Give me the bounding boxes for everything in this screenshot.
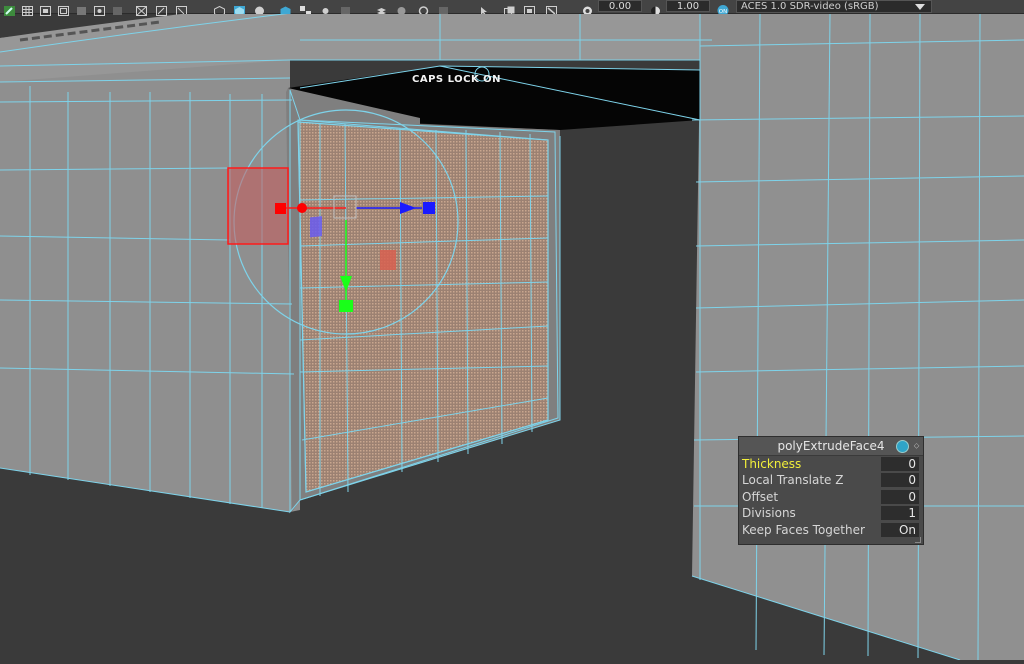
manipulator-xy-plane-handle[interactable] xyxy=(310,216,322,238)
colorspace-label: ACES 1.0 SDR-video (sRGB) xyxy=(741,1,879,12)
viewport-panel-toolbar: 0.00 1.00 ON ACES 1.0 SDR-video (sRGB) xyxy=(0,0,1024,17)
gamma-field[interactable]: 1.00 xyxy=(666,0,710,12)
attr-value-field[interactable]: 1 xyxy=(881,506,919,521)
manipulator-yz-plane-handle[interactable] xyxy=(380,250,396,270)
attr-label: Offset xyxy=(742,489,779,504)
xray-joints-icon[interactable] xyxy=(156,1,167,16)
film-gate-icon[interactable] xyxy=(40,1,51,16)
xray-icon[interactable] xyxy=(135,1,148,17)
motion-blur-icon[interactable] xyxy=(396,1,407,15)
node-name[interactable]: polyExtrudeFace4 xyxy=(777,439,884,453)
shadows-icon[interactable] xyxy=(340,1,351,15)
attr-row-offset[interactable]: Offset 0 xyxy=(739,489,923,505)
resolution-gate-icon[interactable] xyxy=(58,1,69,16)
chevron-down-icon xyxy=(915,4,925,10)
attr-value-field[interactable]: On xyxy=(881,522,919,537)
in-view-editor-title: polyExtrudeFace4 ⬦ xyxy=(739,437,923,456)
field-chart-icon[interactable] xyxy=(76,1,87,15)
checker-icon[interactable] xyxy=(300,1,311,16)
attr-label: Local Translate Z xyxy=(742,473,844,488)
attr-label: Thickness xyxy=(742,457,802,471)
gamma-icon[interactable] xyxy=(650,1,661,16)
smooth-shade-icon[interactable] xyxy=(234,1,245,16)
attr-row-local-translate-z[interactable]: Local Translate Z 0 xyxy=(739,472,923,488)
lights-icon[interactable] xyxy=(320,1,331,14)
attr-value-field[interactable]: 0 xyxy=(881,457,919,471)
xray-components-icon[interactable] xyxy=(176,1,187,16)
manipulator-y-handle[interactable] xyxy=(339,300,353,312)
textured-icon[interactable] xyxy=(280,1,291,16)
colorspace-toggle-icon[interactable]: ON xyxy=(716,1,730,16)
globe-icon[interactable] xyxy=(896,440,909,453)
ambient-occlusion-icon[interactable] xyxy=(376,1,387,15)
copy-view-icon[interactable] xyxy=(504,1,515,16)
attr-row-divisions[interactable]: Divisions 1 xyxy=(739,505,923,521)
safe-title-icon[interactable] xyxy=(112,1,123,15)
depth-of-field-icon[interactable] xyxy=(438,1,449,15)
viewport-scene[interactable] xyxy=(0,0,1024,661)
manipulator-x-handle[interactable] xyxy=(275,203,286,214)
attr-value-field[interactable]: 0 xyxy=(881,473,919,488)
pencil-icon[interactable] xyxy=(4,1,15,16)
isolate-icon[interactable] xyxy=(478,1,489,16)
attr-row-keep-faces-together[interactable]: Keep Faces Together On xyxy=(739,522,923,538)
manipulator-z-handle[interactable] xyxy=(423,202,435,214)
right-wall-mesh[interactable] xyxy=(692,14,1024,660)
attr-row-thickness[interactable]: Thickness 0 xyxy=(739,456,923,472)
resize-grip-icon[interactable] xyxy=(915,537,921,543)
in-view-editor-polyextrude: polyExtrudeFace4 ⬦ Thickness 0 Local Tra… xyxy=(738,436,924,545)
shaded-wireframe-icon[interactable] xyxy=(254,1,265,16)
anti-aliasing-icon[interactable] xyxy=(418,1,429,16)
attr-label: Keep Faces Together xyxy=(742,522,865,537)
exposure-field[interactable]: 0.00 xyxy=(598,0,642,12)
3d-viewport[interactable]: CAPS LOCK ON polyExtrudeFace4 ⬦ Thicknes… xyxy=(0,0,1024,661)
attr-label: Divisions xyxy=(742,506,796,521)
manipulator-x-cone[interactable] xyxy=(297,203,307,213)
exposure-icon[interactable] xyxy=(582,1,593,16)
colorspace-dropdown[interactable]: ACES 1.0 SDR-video (sRGB) xyxy=(736,0,932,13)
select-camera-icon[interactable] xyxy=(546,1,557,16)
safe-action-icon[interactable] xyxy=(94,1,105,16)
grid-icon[interactable] xyxy=(22,1,33,16)
frame-icon[interactable] xyxy=(524,1,535,16)
options-menu-icon[interactable]: ⬦ xyxy=(913,441,920,450)
attr-value-field[interactable]: 0 xyxy=(881,489,919,504)
caps-lock-indicator: CAPS LOCK ON xyxy=(412,74,502,85)
wireframe-icon[interactable] xyxy=(214,1,225,17)
